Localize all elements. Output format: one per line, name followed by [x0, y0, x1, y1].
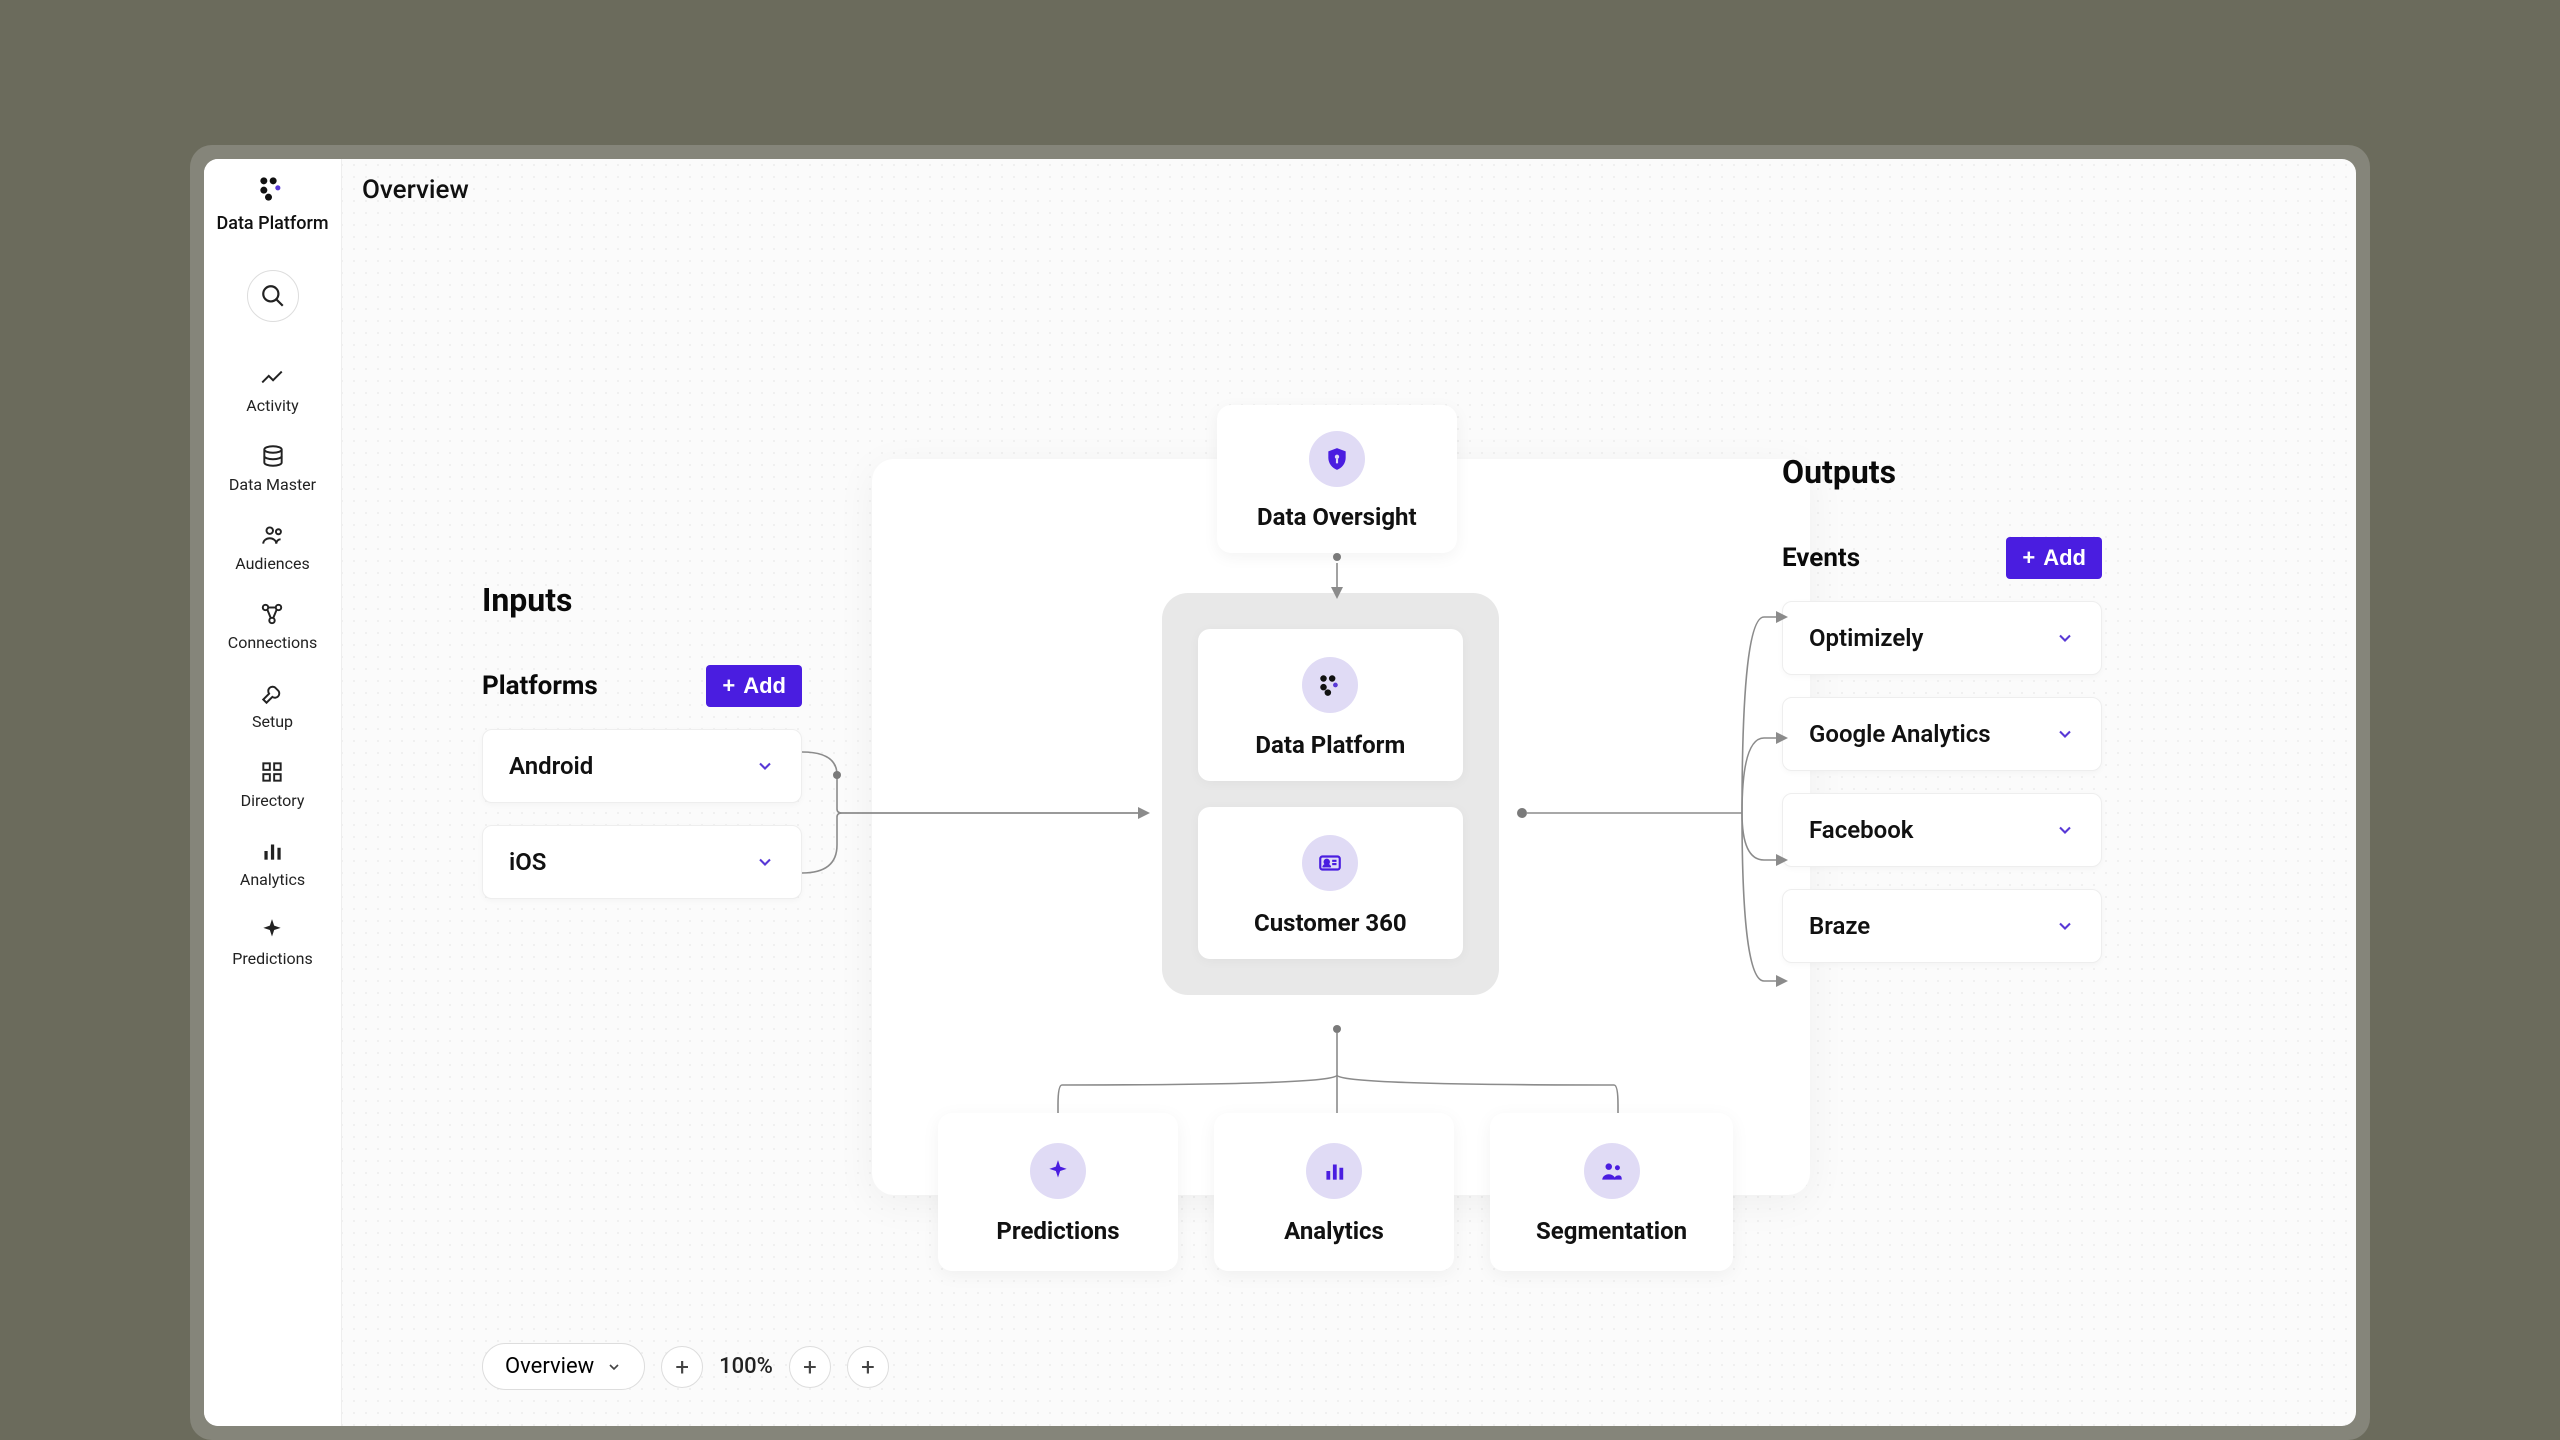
page-title: Overview — [362, 175, 2336, 205]
sidebar-item-data-master[interactable]: Data Master — [229, 433, 316, 504]
wrench-icon — [260, 680, 286, 706]
activity-icon — [259, 364, 285, 390]
customer-360-icon-circle — [1302, 835, 1358, 891]
bar-chart-icon — [259, 838, 285, 864]
sidebar-item-predictions[interactable]: Predictions — [232, 907, 312, 978]
analytics-card[interactable]: Analytics — [1214, 1113, 1454, 1271]
output-label: Google Analytics — [1809, 720, 1991, 748]
zoom-out-button[interactable]: + — [661, 1346, 703, 1388]
view-label: Overview — [505, 1354, 594, 1379]
inputs-title: Inputs — [482, 581, 802, 619]
grid-icon — [259, 759, 285, 785]
add-output-button[interactable]: + Add — [2006, 537, 2102, 579]
data-platform-label: Data Platform — [1255, 731, 1405, 759]
predictions-icon-circle — [1030, 1143, 1086, 1199]
data-platform-icon-circle — [1302, 657, 1358, 713]
output-label: Optimizely — [1809, 624, 1923, 652]
logo-label: Data Platform — [216, 213, 328, 234]
app-window: Data Platform Activity Data Master Audie… — [204, 159, 2356, 1426]
sidebar-item-activity[interactable]: Activity — [246, 354, 298, 425]
sidebar: Data Platform Activity Data Master Audie… — [204, 159, 342, 1426]
logo-block: Data Platform — [216, 175, 328, 234]
data-platform-icon — [1317, 672, 1343, 698]
segmentation-label: Segmentation — [1536, 1217, 1687, 1245]
users-icon — [260, 522, 286, 548]
zoom-in-button[interactable]: + — [789, 1346, 831, 1388]
customer-360-label: Customer 360 — [1254, 909, 1407, 937]
input-label: Android — [509, 752, 593, 780]
sidebar-item-setup[interactable]: Setup — [252, 670, 293, 741]
view-selector[interactable]: Overview — [482, 1343, 645, 1390]
chevron-down-icon — [2055, 628, 2075, 648]
search-button[interactable] — [247, 270, 299, 322]
plus-icon: + — [722, 675, 735, 697]
nav-label: Connections — [228, 633, 317, 652]
output-label: Braze — [1809, 912, 1870, 940]
users-icon — [1599, 1158, 1625, 1184]
sidebar-item-directory[interactable]: Directory — [241, 749, 305, 820]
nav-label: Setup — [252, 712, 293, 731]
nav-label: Analytics — [240, 870, 305, 889]
analytics-label: Analytics — [1284, 1217, 1384, 1245]
bar-chart-icon — [1321, 1158, 1347, 1184]
connections-icon — [259, 601, 285, 627]
sidebar-item-connections[interactable]: Connections — [228, 591, 317, 662]
sidebar-item-audiences[interactable]: Audiences — [235, 512, 310, 583]
segmentation-card[interactable]: Segmentation — [1490, 1113, 1733, 1271]
sparkle-icon — [259, 917, 285, 943]
bottom-cards: Predictions Analytics Segmentation — [938, 1113, 1733, 1271]
input-label: iOS — [509, 848, 546, 876]
database-icon — [260, 443, 286, 469]
outputs-section: Outputs Events + Add Optimizely — [1782, 453, 2102, 963]
inputs-section: Inputs Platforms + Add Android — [482, 581, 802, 899]
input-card-ios[interactable]: iOS — [482, 825, 802, 899]
sparkle-icon — [1045, 1158, 1071, 1184]
outputs-title: Outputs — [1782, 453, 2102, 491]
chevron-down-icon — [606, 1359, 622, 1375]
nav-label: Audiences — [235, 554, 310, 573]
output-card-facebook[interactable]: Facebook — [1782, 793, 2102, 867]
output-card-optimizely[interactable]: Optimizely — [1782, 601, 2102, 675]
output-card-braze[interactable]: Braze — [1782, 889, 2102, 963]
predictions-card[interactable]: Predictions — [938, 1113, 1178, 1271]
main-canvas: Overview 〰〰〰 mparticle Inputs Platforms … — [342, 159, 2356, 1426]
add-label: Add — [743, 673, 786, 699]
chevron-down-icon — [755, 852, 775, 872]
chevron-down-icon — [755, 756, 775, 776]
chevron-down-icon — [2055, 724, 2075, 744]
view-toolbar: Overview + 100% + + — [482, 1343, 889, 1390]
chevron-down-icon — [2055, 916, 2075, 936]
search-icon — [260, 283, 286, 309]
predictions-label: Predictions — [996, 1217, 1119, 1245]
nav-label: Data Master — [229, 475, 316, 494]
data-oversight-card[interactable]: Data Oversight — [1217, 405, 1457, 553]
data-platform-card[interactable]: Data Platform — [1198, 629, 1463, 781]
shield-icon — [1324, 446, 1350, 472]
center-core: Data Platform Customer 360 — [1162, 593, 1499, 995]
add-label: Add — [2043, 545, 2086, 571]
output-label: Facebook — [1809, 816, 1913, 844]
output-card-google-analytics[interactable]: Google Analytics — [1782, 697, 2102, 771]
analytics-icon-circle — [1306, 1143, 1362, 1199]
id-card-icon — [1317, 850, 1343, 876]
segmentation-icon-circle — [1584, 1143, 1640, 1199]
customer-360-card[interactable]: Customer 360 — [1198, 807, 1463, 959]
mparticle-logo-icon — [258, 175, 286, 203]
nav-label: Predictions — [232, 949, 312, 968]
events-label: Events — [1782, 543, 1860, 573]
chevron-down-icon — [2055, 820, 2075, 840]
nav-label: Activity — [246, 396, 298, 415]
zoom-level: 100% — [719, 1354, 773, 1379]
sidebar-item-analytics[interactable]: Analytics — [240, 828, 305, 899]
platforms-label: Platforms — [482, 671, 598, 701]
oversight-label: Data Oversight — [1257, 503, 1417, 531]
plus-icon: + — [2022, 547, 2035, 569]
shield-icon-circle — [1309, 431, 1365, 487]
zoom-fit-button[interactable]: + — [847, 1346, 889, 1388]
add-platform-button[interactable]: + Add — [706, 665, 802, 707]
nav-label: Directory — [241, 791, 305, 810]
input-card-android[interactable]: Android — [482, 729, 802, 803]
